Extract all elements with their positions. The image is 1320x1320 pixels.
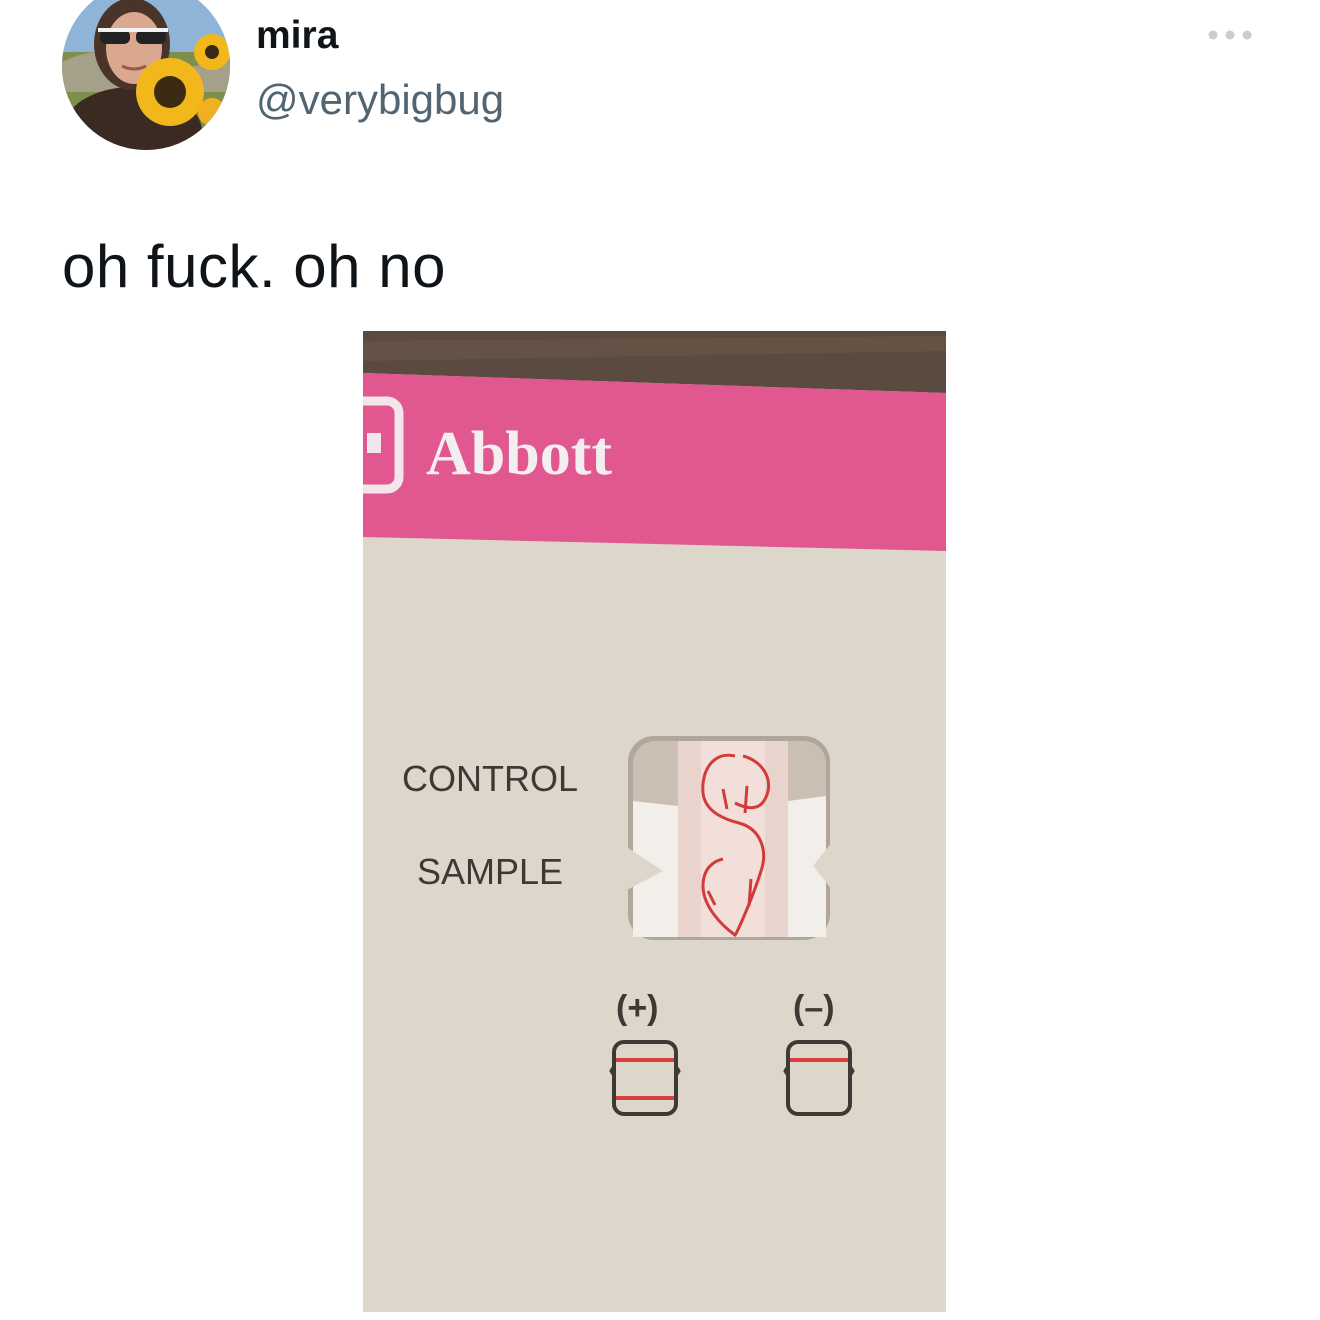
- author-display-name[interactable]: mira: [256, 14, 338, 58]
- author-handle[interactable]: @verybigbug: [256, 76, 504, 124]
- author-avatar[interactable]: [62, 0, 230, 150]
- tweet-media[interactable]: Abbott CONTROL SAMPLE (+) (–): [363, 331, 946, 1312]
- sample-label: SAMPLE: [417, 851, 563, 892]
- profile-photo-icon: [62, 0, 230, 150]
- more-options-button[interactable]: [1202, 22, 1258, 48]
- negative-label: (–): [793, 989, 835, 1027]
- result-window: [625, 736, 833, 940]
- tweet-text: oh fuck. oh no: [62, 233, 446, 300]
- ellipsis-icon: [1208, 30, 1252, 40]
- positive-label: (+): [616, 989, 659, 1027]
- brand-name: Abbott: [426, 420, 612, 488]
- covid-test-card-photo: Abbott CONTROL SAMPLE (+) (–): [363, 331, 946, 1312]
- control-label: CONTROL: [402, 758, 578, 799]
